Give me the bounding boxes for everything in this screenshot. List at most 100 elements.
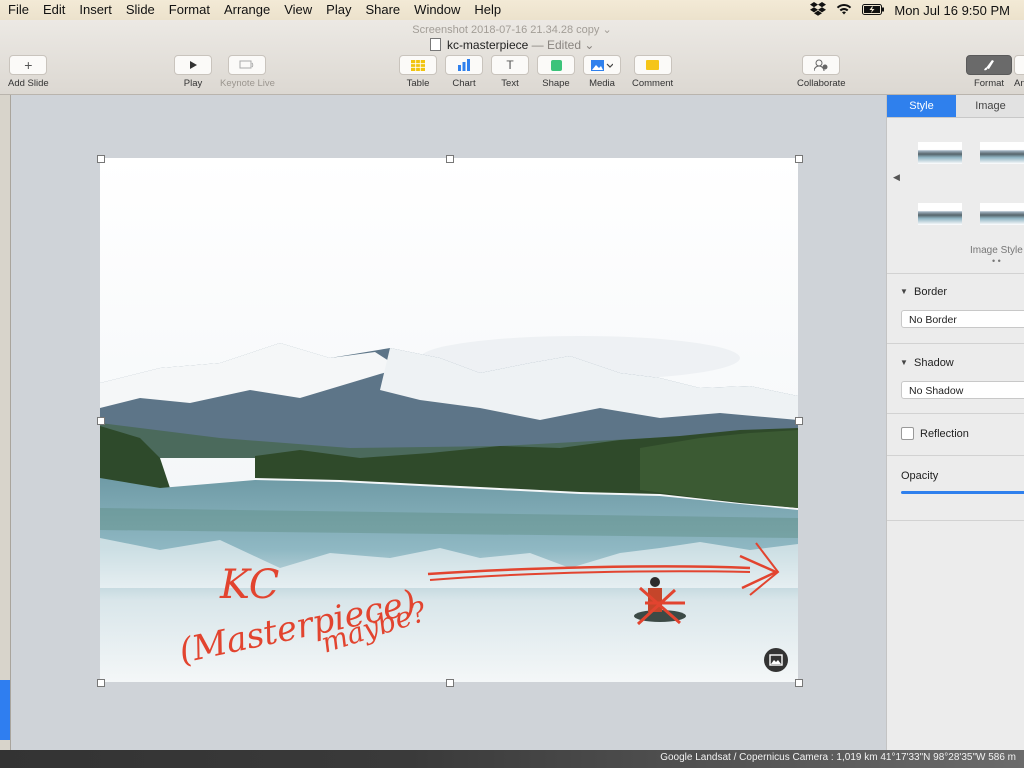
keynote-live-button[interactable]: Keynote Live xyxy=(220,55,275,89)
battery-icon[interactable] xyxy=(862,3,885,18)
format-label: Format xyxy=(973,78,1005,89)
resize-handle[interactable] xyxy=(795,679,803,687)
shape-label: Shape xyxy=(542,78,570,89)
page-dots-icon[interactable]: • • xyxy=(992,256,1001,266)
table-label: Table xyxy=(406,78,430,89)
inspector-divider xyxy=(887,520,1024,521)
play-button[interactable]: Play xyxy=(174,55,212,89)
collaborate-icon xyxy=(802,55,841,75)
format-button[interactable]: Format xyxy=(966,55,1012,89)
menu-help[interactable]: Help xyxy=(467,0,508,20)
handwriting-annotation: KC (Masterpiece) maybe? xyxy=(176,542,780,672)
resize-handle[interactable] xyxy=(795,417,803,425)
document-icon xyxy=(429,38,441,51)
screenshot-title: Screenshot 2018-07-16 21.34.28 copy xyxy=(412,24,600,36)
shadow-section xyxy=(887,343,1024,344)
collaborate-button[interactable]: Collaborate xyxy=(797,55,846,89)
shadow-dropdown[interactable]: No Shadow xyxy=(901,381,1024,399)
collaborate-label: Collaborate xyxy=(797,78,846,89)
table-button[interactable]: Table xyxy=(399,55,437,89)
tab-style[interactable]: Style xyxy=(887,95,956,118)
text-icon: T xyxy=(491,55,529,75)
play-label: Play xyxy=(183,78,203,89)
shape-icon xyxy=(537,55,575,75)
chart-label: Chart xyxy=(452,78,476,89)
resize-handle[interactable] xyxy=(446,155,454,163)
menu-share[interactable]: Share xyxy=(358,0,407,20)
media-icon xyxy=(583,55,621,75)
opacity-label: Opacity xyxy=(901,470,939,482)
menu-format[interactable]: Format xyxy=(162,0,217,20)
image-style-thumb[interactable] xyxy=(918,203,962,225)
resize-handle[interactable] xyxy=(97,679,105,687)
image-style-thumb[interactable] xyxy=(918,142,962,164)
menu-play[interactable]: Play xyxy=(319,0,358,20)
animate-icon xyxy=(1014,55,1024,75)
status-area: Mon Jul 16 9:50 PM xyxy=(810,0,1024,20)
image-style-thumb[interactable] xyxy=(980,203,1024,225)
plus-icon: + xyxy=(9,55,48,75)
slide-navigator[interactable] xyxy=(0,95,11,750)
menu-bar: File Edit Insert Slide Format Arrange Vi… xyxy=(0,0,1024,21)
border-label: Border xyxy=(914,286,948,298)
background-window-strip: Google Landsat / Copernicus Camera : 1,0… xyxy=(0,750,1024,768)
image-styles-label: Image Style xyxy=(970,245,1023,256)
menu-arrange[interactable]: Arrange xyxy=(217,0,277,20)
document-name[interactable]: kc-masterpiece xyxy=(447,38,528,52)
resize-handle[interactable] xyxy=(97,155,105,163)
reflection-label: Reflection xyxy=(920,428,969,440)
resize-handle[interactable] xyxy=(795,155,803,163)
document-status: — Edited xyxy=(531,38,581,52)
inspector-tabs: Style Image xyxy=(887,95,1024,118)
border-section xyxy=(887,273,1024,274)
dropbox-icon[interactable] xyxy=(810,1,827,19)
paintbrush-icon xyxy=(966,55,1012,75)
selected-slide-thumbnail[interactable] xyxy=(0,680,10,740)
animate-label: An xyxy=(1014,78,1024,89)
map-attribution: Google Landsat / Copernicus Camera : 1,0… xyxy=(660,752,1016,763)
keynote-live-label: Keynote Live xyxy=(220,78,275,89)
format-inspector: Style Image ◀ Image Style • • ▼ Border N… xyxy=(886,95,1024,750)
reflection-checkbox[interactable] xyxy=(901,427,914,440)
menu-file[interactable]: File xyxy=(0,0,36,20)
shadow-label: Shadow xyxy=(914,357,954,369)
menu-insert[interactable]: Insert xyxy=(72,0,119,20)
image-style-thumb[interactable] xyxy=(980,142,1024,164)
wifi-icon[interactable] xyxy=(836,3,852,18)
menu-view[interactable]: View xyxy=(277,0,319,20)
annotation-kc: KC xyxy=(219,562,279,608)
resize-handle[interactable] xyxy=(446,679,454,687)
comment-button[interactable]: Comment xyxy=(632,55,673,89)
tab-image[interactable]: Image xyxy=(956,95,1024,118)
text-button[interactable]: T Text xyxy=(491,55,529,89)
table-icon xyxy=(399,55,437,75)
play-icon xyxy=(174,55,212,75)
comment-label: Comment xyxy=(632,78,674,89)
keynote-live-icon xyxy=(228,55,267,75)
menu-window[interactable]: Window xyxy=(407,0,467,20)
toolbar: Screenshot 2018-07-16 21.34.28 copy ⌄ kc… xyxy=(0,20,1024,95)
media-label: Media xyxy=(589,78,615,89)
chevron-down-icon[interactable]: ⌄ xyxy=(584,38,594,52)
media-button[interactable]: Media xyxy=(583,55,621,89)
image-replace-icon[interactable] xyxy=(764,648,788,672)
border-dropdown[interactable]: No Border xyxy=(901,310,1024,328)
disclosure-triangle-icon[interactable]: ▼ xyxy=(900,287,908,296)
chevron-left-icon[interactable]: ◀ xyxy=(893,172,900,183)
chart-button[interactable]: Chart xyxy=(445,55,483,89)
shape-button[interactable]: Shape xyxy=(537,55,575,89)
chevron-down-icon[interactable]: ⌄ xyxy=(602,24,611,36)
animate-button[interactable]: An xyxy=(1014,55,1024,89)
disclosure-triangle-icon[interactable]: ▼ xyxy=(900,358,908,367)
comment-icon xyxy=(633,55,672,75)
add-slide-label: Add Slide xyxy=(8,78,49,89)
menu-slide[interactable]: Slide xyxy=(119,0,162,20)
clock[interactable]: Mon Jul 16 9:50 PM xyxy=(894,3,1010,18)
menu-edit[interactable]: Edit xyxy=(36,0,72,20)
resize-handle[interactable] xyxy=(97,417,105,425)
reflection-section xyxy=(887,413,1024,414)
opacity-slider[interactable] xyxy=(901,491,1024,494)
slide-image[interactable]: KC (Masterpiece) maybe? xyxy=(100,158,798,682)
add-slide-button[interactable]: + Add Slide xyxy=(8,55,49,89)
text-label: Text xyxy=(501,78,519,89)
